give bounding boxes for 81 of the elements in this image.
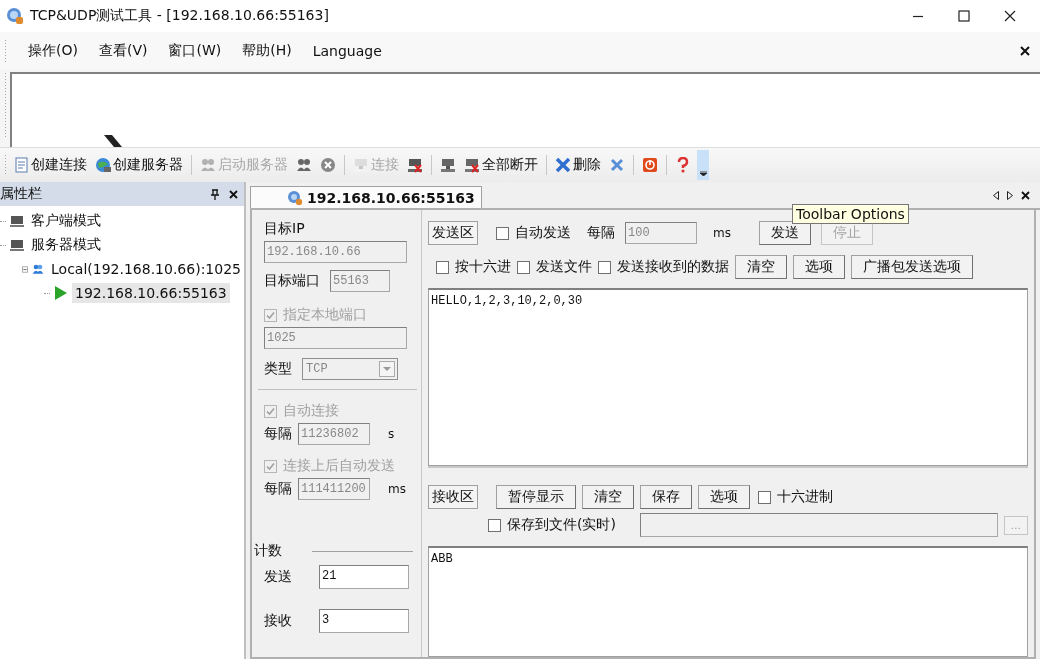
close-icon[interactable] <box>1020 46 1030 56</box>
toolbar-button[interactable]: 创建连接 <box>11 154 89 176</box>
menu-item[interactable]: 帮助(H) <box>242 42 292 60</box>
count-field[interactable]: 3 <box>319 609 409 633</box>
count-field[interactable]: 21 <box>319 565 409 589</box>
app-icon <box>6 7 24 25</box>
checkbox-label[interactable]: 十六进制 <box>777 488 833 506</box>
unit-label: ms <box>388 482 406 496</box>
collapse-icon[interactable] <box>22 264 28 274</box>
people-icon <box>200 157 216 173</box>
button[interactable]: 清空 <box>582 485 634 509</box>
toolbar-options-button[interactable] <box>697 150 709 180</box>
section-title: 发送区 <box>428 221 478 245</box>
tree-item[interactable]: 192.168.10.66:55163 <box>72 283 230 303</box>
tree-item[interactable]: 客户端模式 <box>28 210 104 232</box>
close-icon[interactable] <box>229 189 238 199</box>
grip-icon <box>4 72 7 138</box>
field-label: 目标IP <box>264 220 306 238</box>
send-text-area[interactable]: HELLO,1,2,3,10,2,0,30 <box>428 288 1028 466</box>
play-icon <box>54 285 68 301</box>
group-title: 计数 <box>254 542 282 560</box>
field-label: 类型 <box>264 360 292 378</box>
checkbox[interactable] <box>488 518 501 532</box>
section-title: 接收区 <box>428 485 478 509</box>
scroll-left-icon[interactable] <box>993 190 999 200</box>
button[interactable]: 选项 <box>793 255 845 279</box>
field-label: 每隔 <box>264 480 292 498</box>
panel-title: 属性栏 <box>0 185 42 203</box>
document-icon <box>13 157 29 173</box>
menu-item[interactable]: 查看(V) <box>98 42 148 60</box>
button[interactable]: 保存 <box>640 485 692 509</box>
tree-item[interactable]: Local(192.168.10.66):1025 <box>48 259 244 279</box>
power-icon[interactable] <box>640 155 660 175</box>
maximize-icon[interactable] <box>958 10 970 22</box>
menu-item[interactable]: 窗口(W) <box>168 42 222 60</box>
menu-item[interactable]: Language <box>312 43 382 59</box>
grip-icon <box>4 154 7 176</box>
tooltip: Toolbar Options <box>792 204 909 224</box>
toolbar-button[interactable]: 创建服务器 <box>93 154 185 176</box>
receive-text-area[interactable]: ABB <box>428 546 1028 657</box>
checkbox-label[interactable]: 发送文件 <box>536 258 592 276</box>
tree-item[interactable]: 服务器模式 <box>28 234 104 256</box>
field-label: 目标端口 <box>264 272 320 290</box>
computer-x-icon <box>464 157 480 173</box>
checkbox-label[interactable]: 保存到文件(实时) <box>507 516 616 534</box>
window-title: TCP&UDP测试工具 - [192.168.10.66:55163] <box>30 7 329 25</box>
cross-icon <box>555 157 571 173</box>
checkbox[interactable] <box>496 226 509 240</box>
computer-icon <box>10 214 24 228</box>
app-icon <box>287 190 303 206</box>
button[interactable]: 发送 <box>758 221 811 245</box>
checkbox-label[interactable]: 发送接收到的数据 <box>617 258 729 276</box>
document-tab[interactable]: 192.168.10.66:55163 <box>250 186 482 208</box>
button[interactable]: 清空 <box>735 255 787 279</box>
field-label: 发送 <box>264 568 292 586</box>
button[interactable]: 广播包发送选项 <box>851 255 973 279</box>
close-icon[interactable] <box>1004 10 1016 22</box>
toolbar-button[interactable]: 删除 <box>553 154 603 176</box>
toolbar-button[interactable]: 全部断开 <box>462 154 540 176</box>
unit-label: s <box>388 427 395 441</box>
button[interactable]: 选项 <box>698 485 750 509</box>
pin-icon[interactable] <box>211 188 219 200</box>
checkbox[interactable] <box>758 490 771 504</box>
button[interactable]: 暂停显示 <box>496 485 576 509</box>
grip-icon <box>4 39 7 63</box>
unit-label: ms <box>713 226 731 240</box>
checkbox-label[interactable]: 按十六进 <box>455 258 511 276</box>
globe-icon <box>95 157 111 173</box>
checkbox[interactable] <box>598 260 611 274</box>
checkbox[interactable] <box>517 260 530 274</box>
field-label: 每隔 <box>264 425 292 443</box>
checkbox[interactable] <box>436 260 449 274</box>
close-icon[interactable] <box>1021 190 1030 200</box>
computer-icon <box>10 238 24 252</box>
field-label: 接收 <box>264 612 292 630</box>
menu-item[interactable]: 操作(O) <box>28 42 78 60</box>
field-label: 每隔 <box>587 224 615 242</box>
scroll-right-icon[interactable] <box>1007 190 1013 200</box>
x-circle-icon[interactable] <box>318 155 338 175</box>
checkbox-label[interactable]: 自动发送 <box>515 224 571 242</box>
caret-icon <box>699 171 707 176</box>
